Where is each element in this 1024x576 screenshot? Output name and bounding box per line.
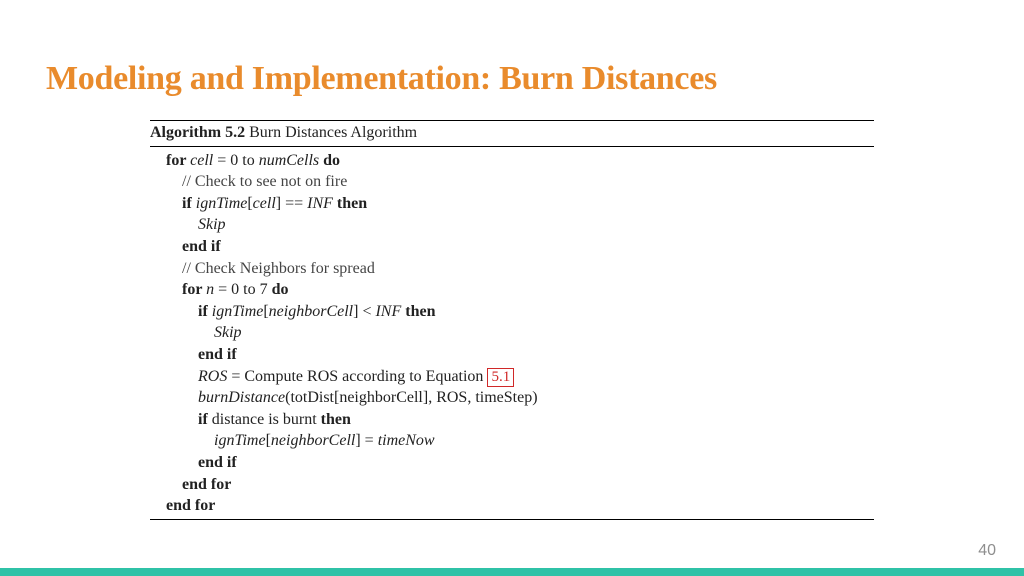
algo-line-comment-1: // Check to see not on fire [150, 171, 874, 193]
var-igntime-3: ignTime [214, 432, 266, 449]
var-n: n [206, 281, 214, 298]
equation-ref[interactable]: 5.1 [487, 368, 514, 387]
algo-line-endfor-2: end for [150, 495, 874, 517]
kw-endif-2: end if [198, 346, 237, 363]
algo-line-endif-1: end if [150, 236, 874, 258]
kw-do-2: do [272, 281, 289, 298]
cond-burnt: distance is burnt [212, 411, 321, 428]
algo-line-if-neighbor: if ignTime[neighborCell] < INF then [150, 301, 874, 323]
var-neighborcell: neighborCell [269, 303, 353, 320]
algo-line-endfor-1: end for [150, 474, 874, 496]
kw-if: if [182, 195, 196, 212]
algo-line-burndist: burnDistance(totDist[neighborCell], ROS,… [150, 387, 874, 409]
page-number: 40 [978, 542, 996, 560]
const-inf: INF [307, 195, 333, 212]
rule-bottom [150, 519, 874, 520]
algo-line-if-burnt: if distance is burnt then [150, 409, 874, 431]
algo-line-endif-2: end if [150, 344, 874, 366]
const-inf-2: INF [375, 303, 401, 320]
kw-endif: end if [182, 238, 221, 255]
var-cell: cell [190, 152, 213, 169]
var-ros: ROS [198, 368, 227, 385]
kw-do: do [319, 152, 340, 169]
algo-line-for-n: for n = 0 to 7 do [150, 279, 874, 301]
algorithm-header: Algorithm 5.2 Burn Distances Algorithm [150, 121, 874, 146]
algo-line-skip-2: Skip [150, 322, 874, 344]
footer-accent-bar [0, 568, 1024, 576]
text-eq0to: = 0 to [213, 152, 258, 169]
text-compute-ros: = Compute ROS according to Equation [227, 368, 487, 385]
slide-title: Modeling and Implementation: Burn Distan… [46, 60, 717, 98]
algo-line-skip-1: Skip [150, 214, 874, 236]
kw-if-2: if [198, 303, 212, 320]
var-igntime: ignTime [196, 195, 248, 212]
var-neighborcell-2: neighborCell [271, 432, 355, 449]
kw-then-3: then [321, 411, 351, 428]
kw-endfor-2: end for [166, 497, 215, 514]
kw-for: for [166, 152, 190, 169]
algo-line-endif-3: end if [150, 452, 874, 474]
kw-endif-3: end if [198, 454, 237, 471]
rbracket-eq-2: ] = [355, 432, 377, 449]
slide: Modeling and Implementation: Burn Distan… [0, 0, 1024, 576]
algo-line-if-inf: if ignTime[cell] == INF then [150, 193, 874, 215]
kw-for-2: for [182, 281, 206, 298]
fn-args: (totDist[neighborCell], ROS, timeStep) [285, 389, 537, 406]
algo-line-for-cells: for cell = 0 to numCells do [150, 150, 874, 172]
algorithm-name: Burn Distances Algorithm [245, 124, 417, 141]
fn-burndistance: burnDistance [198, 389, 285, 406]
kw-if-3: if [198, 411, 212, 428]
stmt-skip-2: Skip [214, 324, 242, 341]
var-cell-2: cell [253, 195, 276, 212]
algo-line-comment-2: // Check Neighbors for spread [150, 258, 874, 280]
stmt-skip: Skip [198, 216, 226, 233]
text-0to7: = 0 to 7 [214, 281, 271, 298]
var-igntime-2: ignTime [212, 303, 264, 320]
var-numcells: numCells [259, 152, 319, 169]
algo-line-assign: ignTime[neighborCell] = timeNow [150, 430, 874, 452]
rbracket-eq: ] == [276, 195, 307, 212]
kw-then-2: then [401, 303, 435, 320]
algo-line-ros: ROS = Compute ROS according to Equation … [150, 366, 874, 388]
rbracket-lt: ] < [353, 303, 375, 320]
algorithm-body: for cell = 0 to numCells do // Check to … [150, 147, 874, 519]
kw-then: then [333, 195, 367, 212]
algorithm-label: Algorithm 5.2 [150, 124, 245, 141]
var-timenow: timeNow [378, 432, 435, 449]
algorithm-block: Algorithm 5.2 Burn Distances Algorithm f… [150, 120, 874, 520]
kw-endfor: end for [182, 476, 231, 493]
